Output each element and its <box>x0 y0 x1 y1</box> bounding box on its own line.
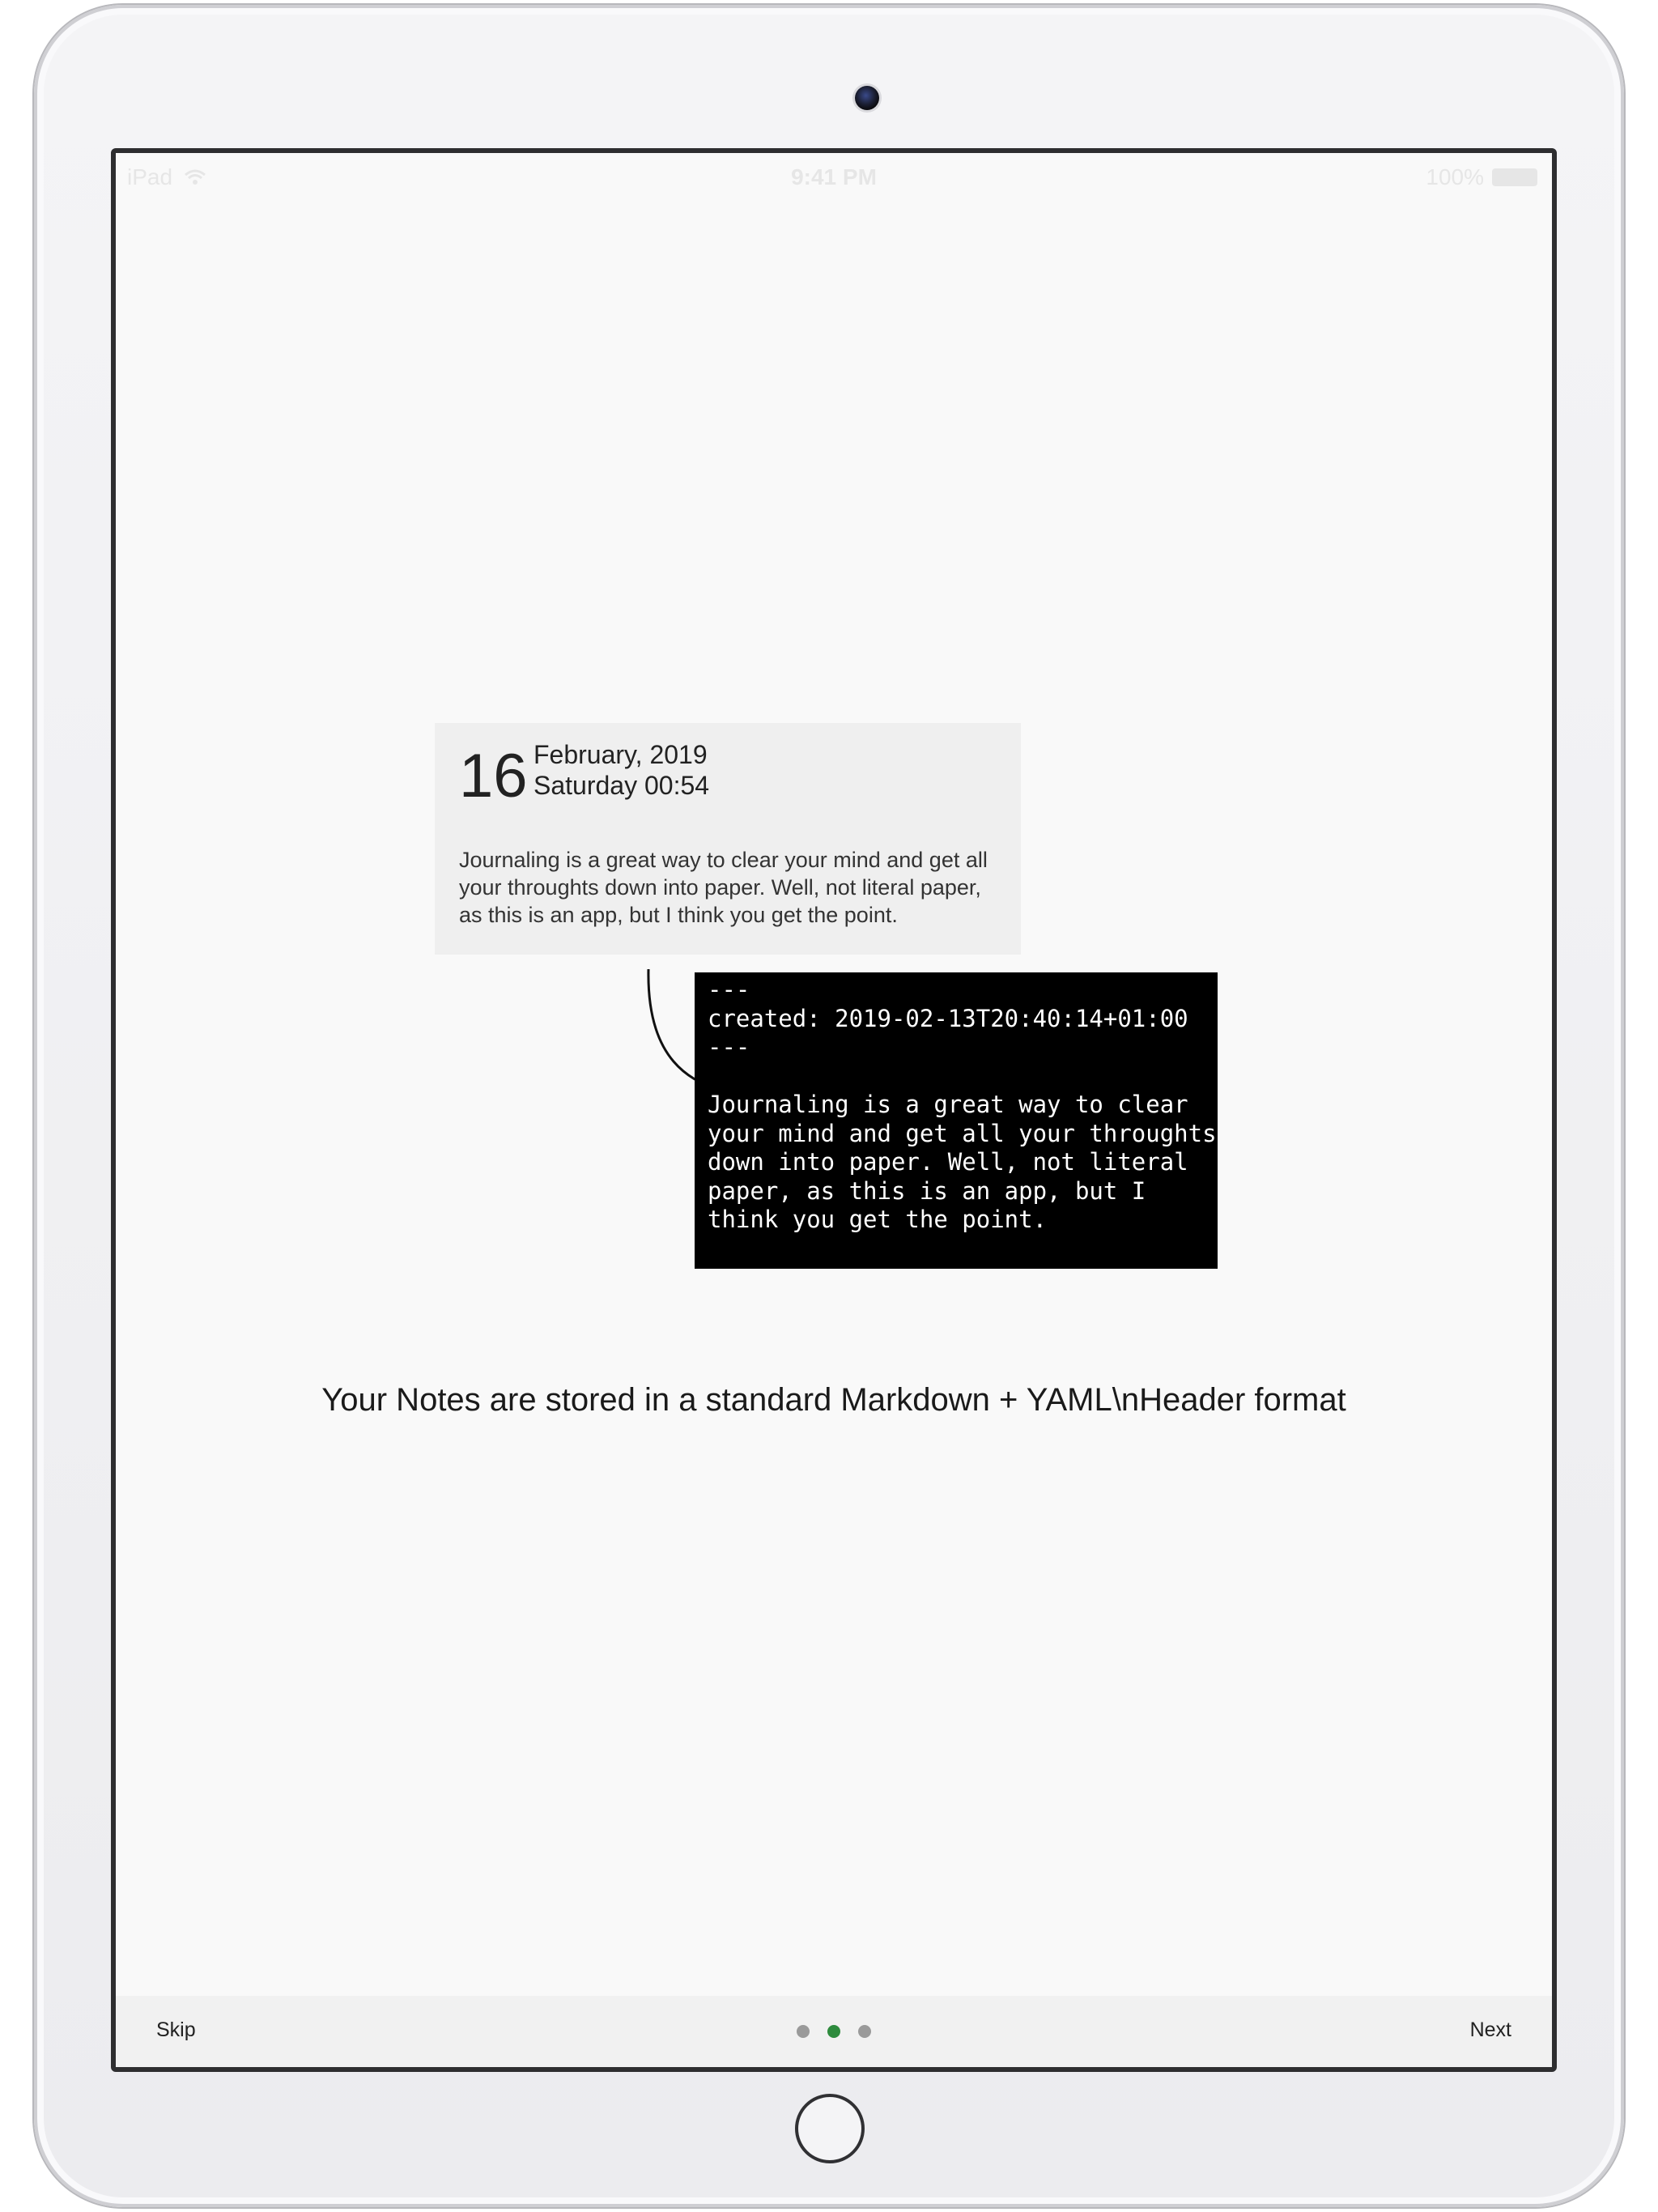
app-screen: iPad 9:41 PM 100% 16 February, 2019 Satu… <box>111 148 1557 2072</box>
onboarding-caption: Your Notes are stored in a standard Mark… <box>321 1382 1346 1418</box>
status-right: 100% <box>1426 164 1537 190</box>
status-bar: iPad 9:41 PM 100% <box>116 153 1552 198</box>
note-body-text: Journaling is a great way to clear your … <box>459 848 988 927</box>
page-dot-3[interactable] <box>858 2025 871 2038</box>
battery-icon <box>1492 168 1537 186</box>
note-day-number: 16 <box>459 742 528 810</box>
camera-icon <box>855 86 879 110</box>
page-indicator <box>116 2025 1552 2038</box>
next-button[interactable]: Next <box>1470 2018 1511 2042</box>
journal-note-card: 16 February, 2019 Saturday 00:54 Journal… <box>435 723 1021 955</box>
note-month-year: February, 2019 <box>534 740 708 769</box>
page-dot-2-active[interactable] <box>827 2025 840 2038</box>
markdown-yaml-preview: --- created: 2019-02-13T20:40:14+01:00 -… <box>695 972 1218 1269</box>
note-weekday-time: Saturday 00:54 <box>534 771 710 800</box>
home-button-icon[interactable] <box>795 2094 865 2163</box>
onboarding-bottom-bar: Skip Next <box>116 1996 1552 2067</box>
status-time: 9:41 PM <box>791 164 877 189</box>
battery-percent: 100% <box>1426 164 1484 189</box>
note-date: February, 2019 Saturday 00:54 <box>534 739 709 801</box>
page-dot-1[interactable] <box>797 2025 810 2038</box>
